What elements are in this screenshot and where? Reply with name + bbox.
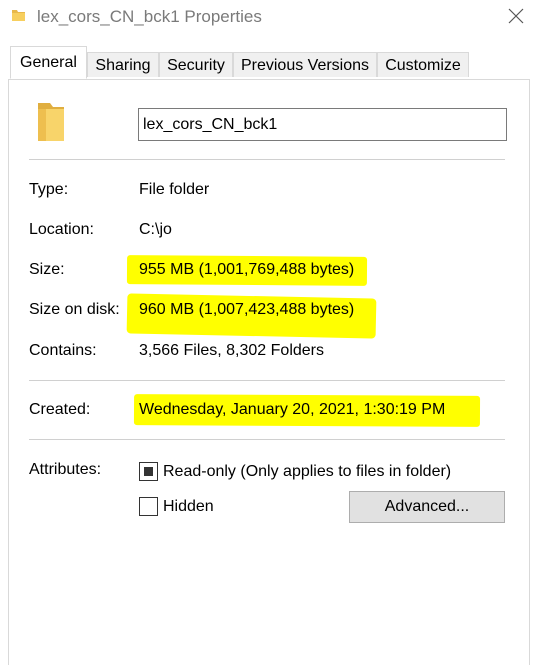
attributes-label: Attributes:: [29, 461, 102, 478]
created-value: Wednesday, January 20, 2021, 1:30:19 PM: [139, 401, 446, 418]
readonly-label: Read-only (Only applies to files in fold…: [163, 463, 452, 480]
size-on-disk-value: 960 MB (1,007,423,488 bytes): [139, 301, 355, 318]
separator: [29, 159, 505, 160]
created-label: Created:: [29, 401, 91, 418]
size-label: Size:: [29, 261, 65, 278]
contains-label: Contains:: [29, 342, 97, 359]
title-bar: lex_cors_CN_bck1 Properties: [0, 0, 539, 34]
close-button[interactable]: [496, 0, 536, 32]
type-label: Type:: [29, 181, 69, 198]
general-panel: [8, 79, 530, 665]
folder-icon: [12, 10, 25, 21]
tab-customize[interactable]: Customize: [377, 52, 469, 77]
separator: [29, 439, 505, 440]
advanced-button[interactable]: Advanced...: [349, 491, 505, 523]
size-on-disk-label: Size on disk:: [29, 301, 120, 318]
location-value: C:\jo: [139, 221, 172, 238]
contains-value: 3,566 Files, 8,302 Folders: [139, 342, 324, 359]
tab-strip: General Sharing Security Previous Versio…: [0, 46, 539, 80]
size-value: 955 MB (1,001,769,488 bytes): [139, 261, 355, 278]
hidden-label: Hidden: [163, 498, 214, 515]
window-title: lex_cors_CN_bck1 Properties: [37, 7, 262, 26]
tab-security[interactable]: Security: [159, 52, 233, 77]
separator: [29, 380, 505, 381]
tab-general[interactable]: General: [10, 46, 87, 79]
location-label: Location:: [29, 221, 94, 238]
hidden-checkbox[interactable]: [139, 497, 158, 516]
large-folder-icon: [38, 103, 64, 141]
close-icon: [508, 8, 524, 24]
indeterminate-mark: [144, 467, 153, 476]
tab-previous-versions[interactable]: Previous Versions: [233, 52, 377, 77]
type-value: File folder: [139, 181, 210, 198]
readonly-checkbox[interactable]: [139, 462, 158, 481]
folder-name-input[interactable]: [138, 108, 507, 141]
tab-sharing[interactable]: Sharing: [87, 52, 159, 77]
